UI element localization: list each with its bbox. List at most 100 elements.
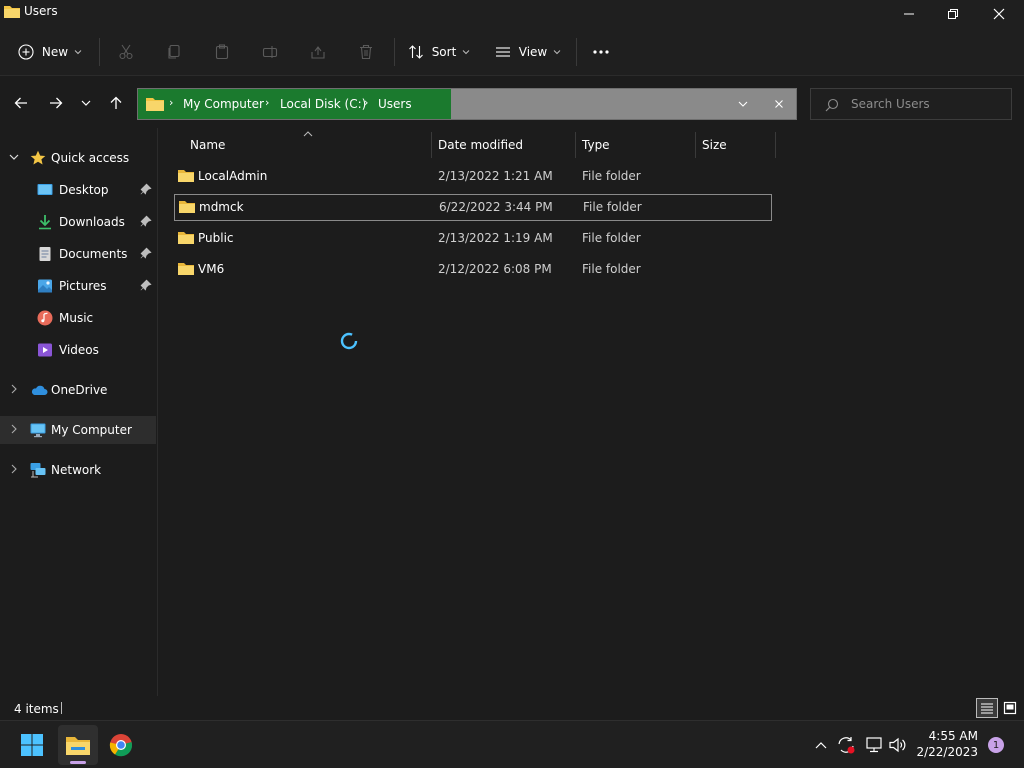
- address-history-button[interactable]: [734, 95, 752, 113]
- separator: [576, 38, 577, 66]
- column-divider[interactable]: [695, 132, 696, 158]
- cut-button[interactable]: [112, 36, 140, 68]
- breadcrumb-local-disk[interactable]: Local Disk (C:): [280, 97, 366, 111]
- item-count: 4 items: [14, 702, 59, 716]
- volume-icon: [889, 737, 906, 753]
- nav-item-downloads[interactable]: Downloads: [0, 208, 156, 236]
- pictures-icon: [38, 279, 52, 293]
- table-row[interactable]: Public 2/13/2022 1:19 AM File folder: [174, 225, 772, 252]
- sort-label: Sort: [431, 45, 457, 59]
- column-divider[interactable]: [575, 132, 576, 158]
- folder-icon: [178, 263, 194, 275]
- recent-locations-button[interactable]: [74, 90, 98, 116]
- arrow-left-icon: [14, 97, 27, 109]
- network-status-button[interactable]: [864, 735, 884, 755]
- new-label: New: [41, 45, 69, 59]
- more-options-button[interactable]: [586, 36, 616, 68]
- nav-label: Quick access: [51, 151, 130, 165]
- minimize-button[interactable]: [886, 0, 932, 28]
- taskbar-chrome[interactable]: [105, 729, 137, 761]
- taskbar: 4:55 AM 2/22/2023 1: [0, 720, 1024, 768]
- back-button[interactable]: [8, 90, 34, 116]
- nav-item-desktop[interactable]: Desktop: [0, 176, 156, 204]
- downloads-icon: [39, 215, 51, 230]
- view-icon: [495, 47, 510, 57]
- nav-item-videos[interactable]: Videos: [0, 336, 156, 364]
- nav-label: Pictures: [59, 279, 107, 293]
- file-list: Name Date modified Type Size LocalAdmin …: [160, 128, 1024, 696]
- table-row[interactable]: VM6 2/12/2022 6:08 PM File folder: [174, 256, 772, 283]
- cloud-icon: [31, 385, 48, 395]
- column-header-size[interactable]: Size: [702, 138, 727, 152]
- chevron-right-icon: [11, 424, 17, 434]
- large-icons-view-button[interactable]: [1000, 698, 1020, 718]
- sort-button[interactable]: Sort: [404, 36, 474, 68]
- share-button[interactable]: [304, 36, 332, 68]
- paste-button[interactable]: [208, 36, 236, 68]
- status-divider: [61, 702, 62, 714]
- table-row[interactable]: LocalAdmin 2/13/2022 1:21 AM File folder: [174, 163, 772, 190]
- details-view-button[interactable]: [976, 698, 998, 718]
- restore-button[interactable]: [930, 0, 976, 28]
- windows-logo-icon: [21, 734, 43, 756]
- pin-icon: [140, 215, 152, 227]
- chevron-down-icon: [553, 50, 561, 55]
- sort-ascending-icon: [303, 131, 313, 137]
- address-bar[interactable]: › My Computer › Local Disk (C:) › Users: [137, 88, 797, 120]
- taskbar-file-explorer[interactable]: [58, 725, 98, 765]
- sync-status-button[interactable]: [836, 735, 856, 755]
- restore-icon: [948, 9, 958, 19]
- search-input[interactable]: Search Users: [810, 88, 1012, 120]
- close-icon: [775, 100, 783, 108]
- desktop-icon: [37, 184, 53, 195]
- file-type: File folder: [582, 231, 641, 245]
- rename-button[interactable]: [256, 36, 284, 68]
- active-indicator: [70, 761, 86, 764]
- nav-label: Music: [59, 311, 94, 325]
- nav-network[interactable]: Network: [0, 456, 156, 484]
- copy-button[interactable]: [160, 36, 188, 68]
- clock-date[interactable]: 2/22/2023: [912, 745, 978, 759]
- breadcrumb-my-computer[interactable]: My Computer: [183, 97, 264, 111]
- column-divider[interactable]: [431, 132, 432, 158]
- folder-icon: [146, 98, 164, 111]
- computer-icon: [30, 423, 46, 438]
- nav-item-documents[interactable]: Documents: [0, 240, 156, 268]
- nav-quick-access[interactable]: Quick access: [0, 144, 156, 172]
- clock-time[interactable]: 4:55 AM: [920, 729, 978, 743]
- forward-button[interactable]: [43, 90, 69, 116]
- clear-address-button[interactable]: [770, 95, 788, 113]
- file-date: 6/22/2022 3:44 PM: [439, 200, 553, 214]
- nav-item-music[interactable]: Music: [0, 304, 156, 332]
- notification-badge[interactable]: 1: [988, 737, 1004, 753]
- minimize-icon: [904, 13, 914, 15]
- star-icon: [30, 150, 46, 165]
- breadcrumb-users[interactable]: Users: [378, 97, 412, 111]
- up-button[interactable]: [103, 90, 129, 116]
- volume-button[interactable]: [888, 735, 908, 755]
- table-row[interactable]: mdmck 6/22/2022 3:44 PM File folder: [174, 194, 772, 221]
- delete-button[interactable]: [352, 36, 380, 68]
- cut-icon: [119, 44, 133, 60]
- close-icon: [993, 8, 1005, 20]
- column-header-type[interactable]: Type: [582, 138, 610, 152]
- new-button[interactable]: New: [12, 36, 88, 68]
- column-divider[interactable]: [775, 132, 776, 158]
- chevron-down-icon: [462, 50, 470, 55]
- show-hidden-icons-button[interactable]: [812, 736, 830, 754]
- column-header-date[interactable]: Date modified: [438, 138, 523, 152]
- chevron-right-icon: [11, 384, 17, 394]
- close-button[interactable]: [976, 0, 1022, 28]
- start-button[interactable]: [16, 729, 48, 761]
- chrome-icon: [109, 734, 133, 757]
- pin-icon: [140, 247, 152, 259]
- column-header-name[interactable]: Name: [190, 138, 225, 152]
- view-button[interactable]: View: [492, 36, 564, 68]
- nav-label: Desktop: [59, 183, 109, 197]
- nav-onedrive[interactable]: OneDrive: [0, 376, 156, 404]
- network-status-icon: [866, 737, 882, 753]
- arrow-right-icon: [50, 97, 63, 109]
- nav-my-computer[interactable]: My Computer: [0, 416, 156, 444]
- file-type: File folder: [582, 169, 641, 183]
- nav-item-pictures[interactable]: Pictures: [0, 272, 156, 300]
